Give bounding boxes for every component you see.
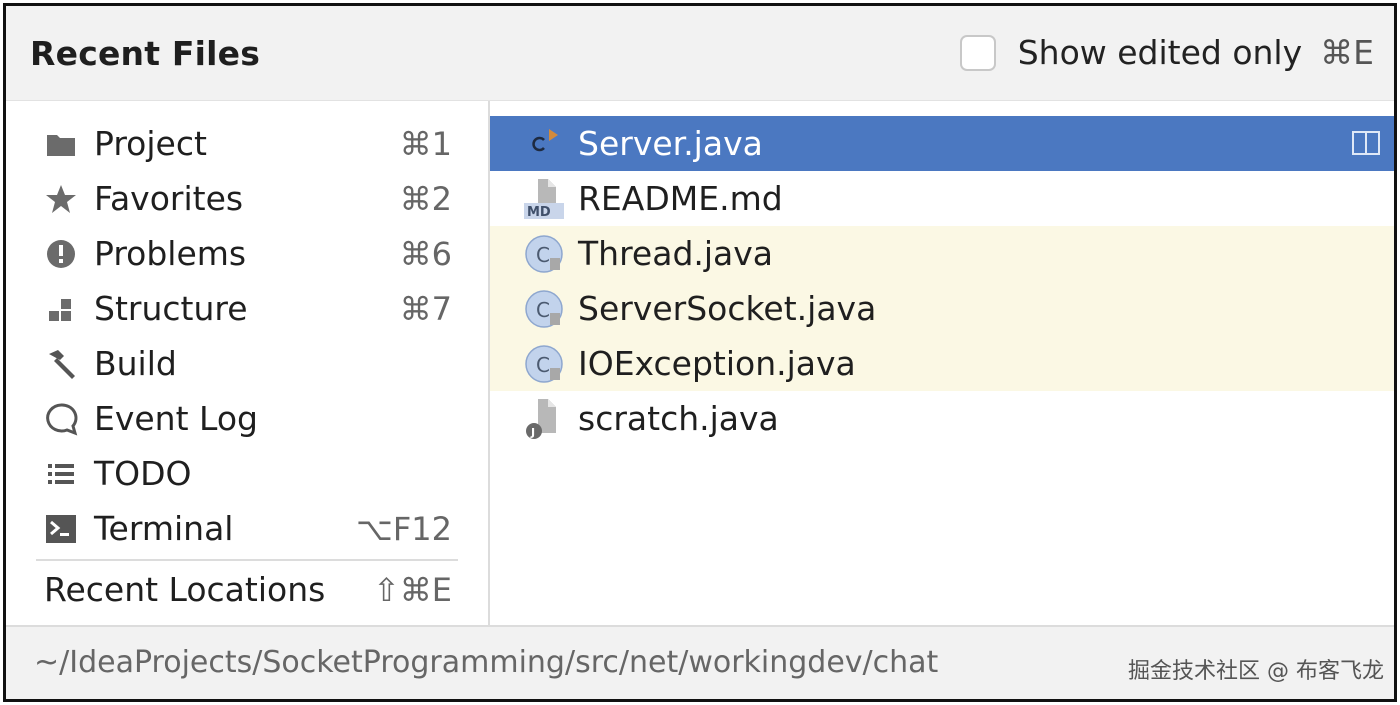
popup-header: Recent Files Show edited only ⌘E (6, 6, 1394, 101)
file-row-server-java[interactable]: Server.java (490, 116, 1394, 171)
nav-item-structure[interactable]: Structure ⌘7 (6, 281, 488, 336)
recent-locations-shortcut: ⇧⌘E (372, 570, 452, 609)
nav-item-label: TODO (94, 454, 192, 493)
nav-item-favorites[interactable]: Favorites ⌘2 (6, 171, 488, 226)
file-row-serversocket-java[interactable]: C ServerSocket.java (490, 281, 1394, 336)
speech-bubble-icon (44, 402, 78, 436)
nav-item-shortcut: ⌘2 (399, 179, 452, 218)
show-edited-label[interactable]: Show edited only (1018, 33, 1302, 72)
watermark: 掘金技术社区 @ 布客飞龙 (1128, 659, 1384, 684)
tool-window-list: Project ⌘1 Favorites ⌘2 Problems ⌘6 Stru… (6, 101, 490, 625)
svg-text:C: C (536, 353, 550, 377)
svg-text:J: J (530, 426, 535, 439)
file-name: Thread.java (578, 234, 774, 273)
svg-text:C: C (536, 243, 550, 267)
file-row-thread-java[interactable]: C Thread.java (490, 226, 1394, 281)
nav-item-event-log[interactable]: Event Log (6, 391, 488, 446)
recent-locations-item[interactable]: Recent Locations ⇧⌘E (6, 562, 488, 617)
popup-title: Recent Files (30, 34, 261, 73)
file-path: ~/IdeaProjects/SocketProgramming/src/net… (34, 645, 939, 680)
nav-item-shortcut: ⌘7 (399, 289, 452, 328)
show-edited-shortcut: ⌘E (1320, 33, 1374, 72)
svg-text:MD: MD (527, 205, 551, 220)
nav-item-label: Terminal (94, 509, 234, 548)
recent-files-list: Server.java MD README.md C Thread.java C… (490, 101, 1394, 625)
show-edited-checkbox[interactable] (959, 34, 996, 71)
recent-files-popup: Recent Files Show edited only ⌘E Project… (3, 3, 1397, 702)
nav-item-label: Structure (94, 289, 248, 328)
star-icon (44, 182, 78, 216)
svg-text:C: C (536, 298, 550, 322)
file-name: scratch.java (578, 399, 779, 438)
open-in-split-icon[interactable] (1352, 131, 1380, 155)
java-class-readonly-icon: C (524, 287, 568, 331)
file-name: README.md (578, 179, 783, 218)
error-icon (44, 237, 78, 271)
recent-locations-label: Recent Locations (44, 570, 326, 609)
terminal-icon (44, 512, 78, 546)
show-edited-toggle[interactable]: Show edited only ⌘E (959, 33, 1374, 72)
nav-item-label: Problems (94, 234, 247, 273)
nav-item-build[interactable]: Build (6, 336, 488, 391)
nav-item-label: Event Log (94, 399, 258, 438)
markdown-file-icon: MD (524, 177, 568, 221)
list-icon (44, 457, 78, 491)
nav-item-terminal[interactable]: Terminal ⌥F12 (6, 501, 488, 556)
nav-item-shortcut: ⌘1 (399, 124, 452, 163)
folder-icon (44, 127, 78, 161)
file-name: ServerSocket.java (578, 289, 877, 328)
nav-item-label: Build (94, 344, 177, 383)
file-row-scratch-java[interactable]: J scratch.java (490, 391, 1394, 446)
nav-item-label: Favorites (94, 179, 244, 218)
nav-item-project[interactable]: Project ⌘1 (6, 116, 488, 171)
nav-item-shortcut: ⌘6 (399, 234, 452, 273)
nav-item-todo[interactable]: TODO (6, 446, 488, 501)
java-run-icon (524, 122, 568, 166)
path-footer: ~/IdeaProjects/SocketProgramming/src/net… (6, 625, 1394, 699)
file-row-ioexception-java[interactable]: C IOException.java (490, 336, 1394, 391)
java-class-readonly-icon: C (524, 232, 568, 276)
java-scratch-icon: J (524, 397, 568, 441)
nav-item-shortcut: ⌥F12 (356, 509, 452, 548)
nav-divider (36, 559, 458, 561)
file-name: Server.java (578, 124, 763, 163)
file-row-readme-md[interactable]: MD README.md (490, 171, 1394, 226)
java-class-readonly-icon: C (524, 342, 568, 386)
nav-item-label: Project (94, 124, 207, 163)
file-name: IOException.java (578, 344, 856, 383)
hammer-icon (44, 347, 78, 381)
nav-item-problems[interactable]: Problems ⌘6 (6, 226, 488, 281)
structure-icon (44, 292, 78, 326)
